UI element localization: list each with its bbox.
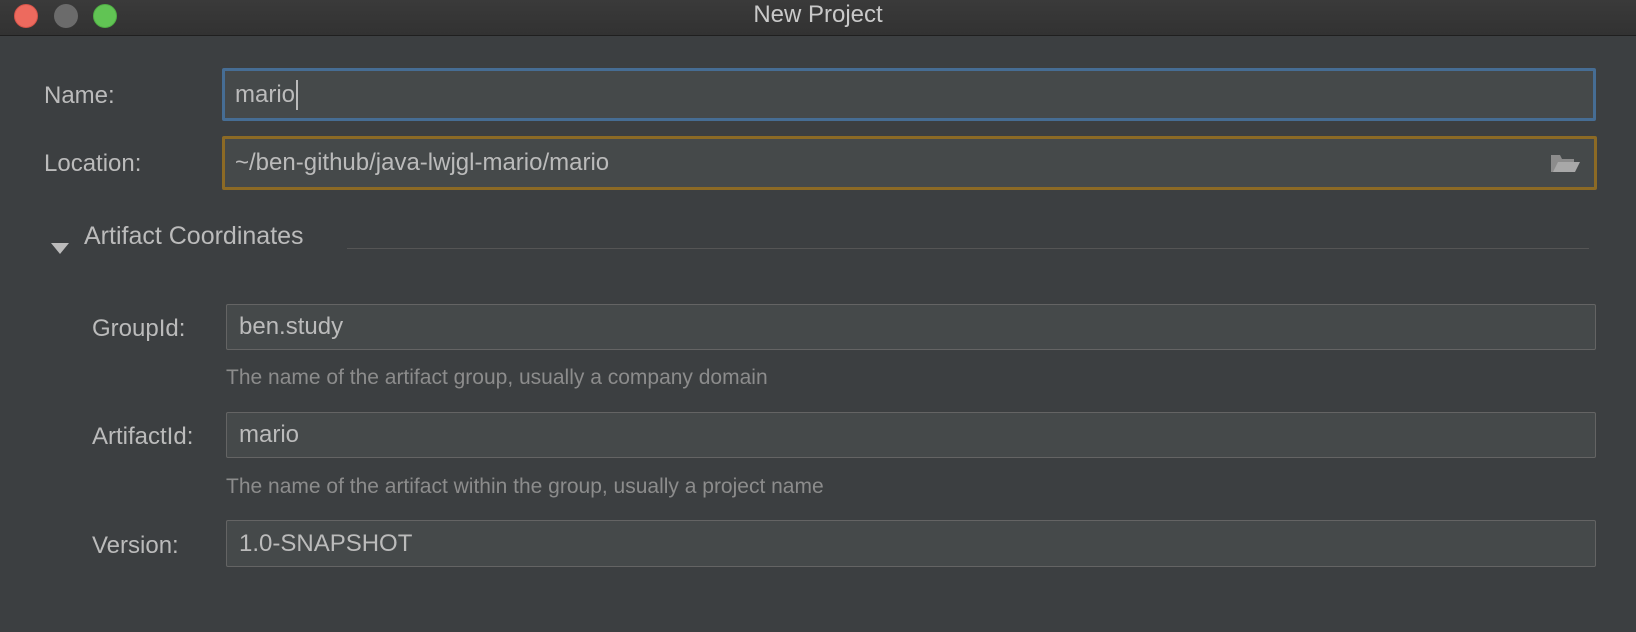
artifactid-input-value: mario xyxy=(239,421,300,448)
artifactid-hint: The name of the artifact within the grou… xyxy=(226,475,824,498)
name-input[interactable]: mario xyxy=(222,68,1596,121)
version-label: Version: xyxy=(92,532,179,559)
location-input[interactable]: ~/ben-github/java-lwjgl-mario/mario xyxy=(222,136,1597,190)
folder-open-icon[interactable] xyxy=(1550,152,1580,174)
location-input-value: ~/ben-github/java-lwjgl-mario/mario xyxy=(235,149,610,176)
groupid-label: GroupId: xyxy=(92,315,186,342)
artifact-section-title[interactable]: Artifact Coordinates xyxy=(84,222,304,251)
artifactid-label: ArtifactId: xyxy=(92,423,194,450)
title-bar: New Project xyxy=(0,0,1636,36)
name-input-value: mario xyxy=(235,80,296,108)
groupid-hint: The name of the artifact group, usually … xyxy=(226,366,768,389)
location-label: Location: xyxy=(44,150,142,177)
window-title: New Project xyxy=(753,1,883,28)
version-input-value: 1.0-SNAPSHOT xyxy=(239,529,413,557)
section-divider xyxy=(347,248,1589,249)
groupid-input-value: ben.study xyxy=(239,313,344,340)
artifactid-input[interactable]: mario xyxy=(226,412,1596,458)
triangle-down-icon[interactable] xyxy=(51,243,69,254)
version-input[interactable]: 1.0-SNAPSHOT xyxy=(226,520,1596,567)
name-label: Name: xyxy=(44,82,115,109)
text-caret xyxy=(296,79,299,110)
groupid-input[interactable]: ben.study xyxy=(226,304,1596,350)
